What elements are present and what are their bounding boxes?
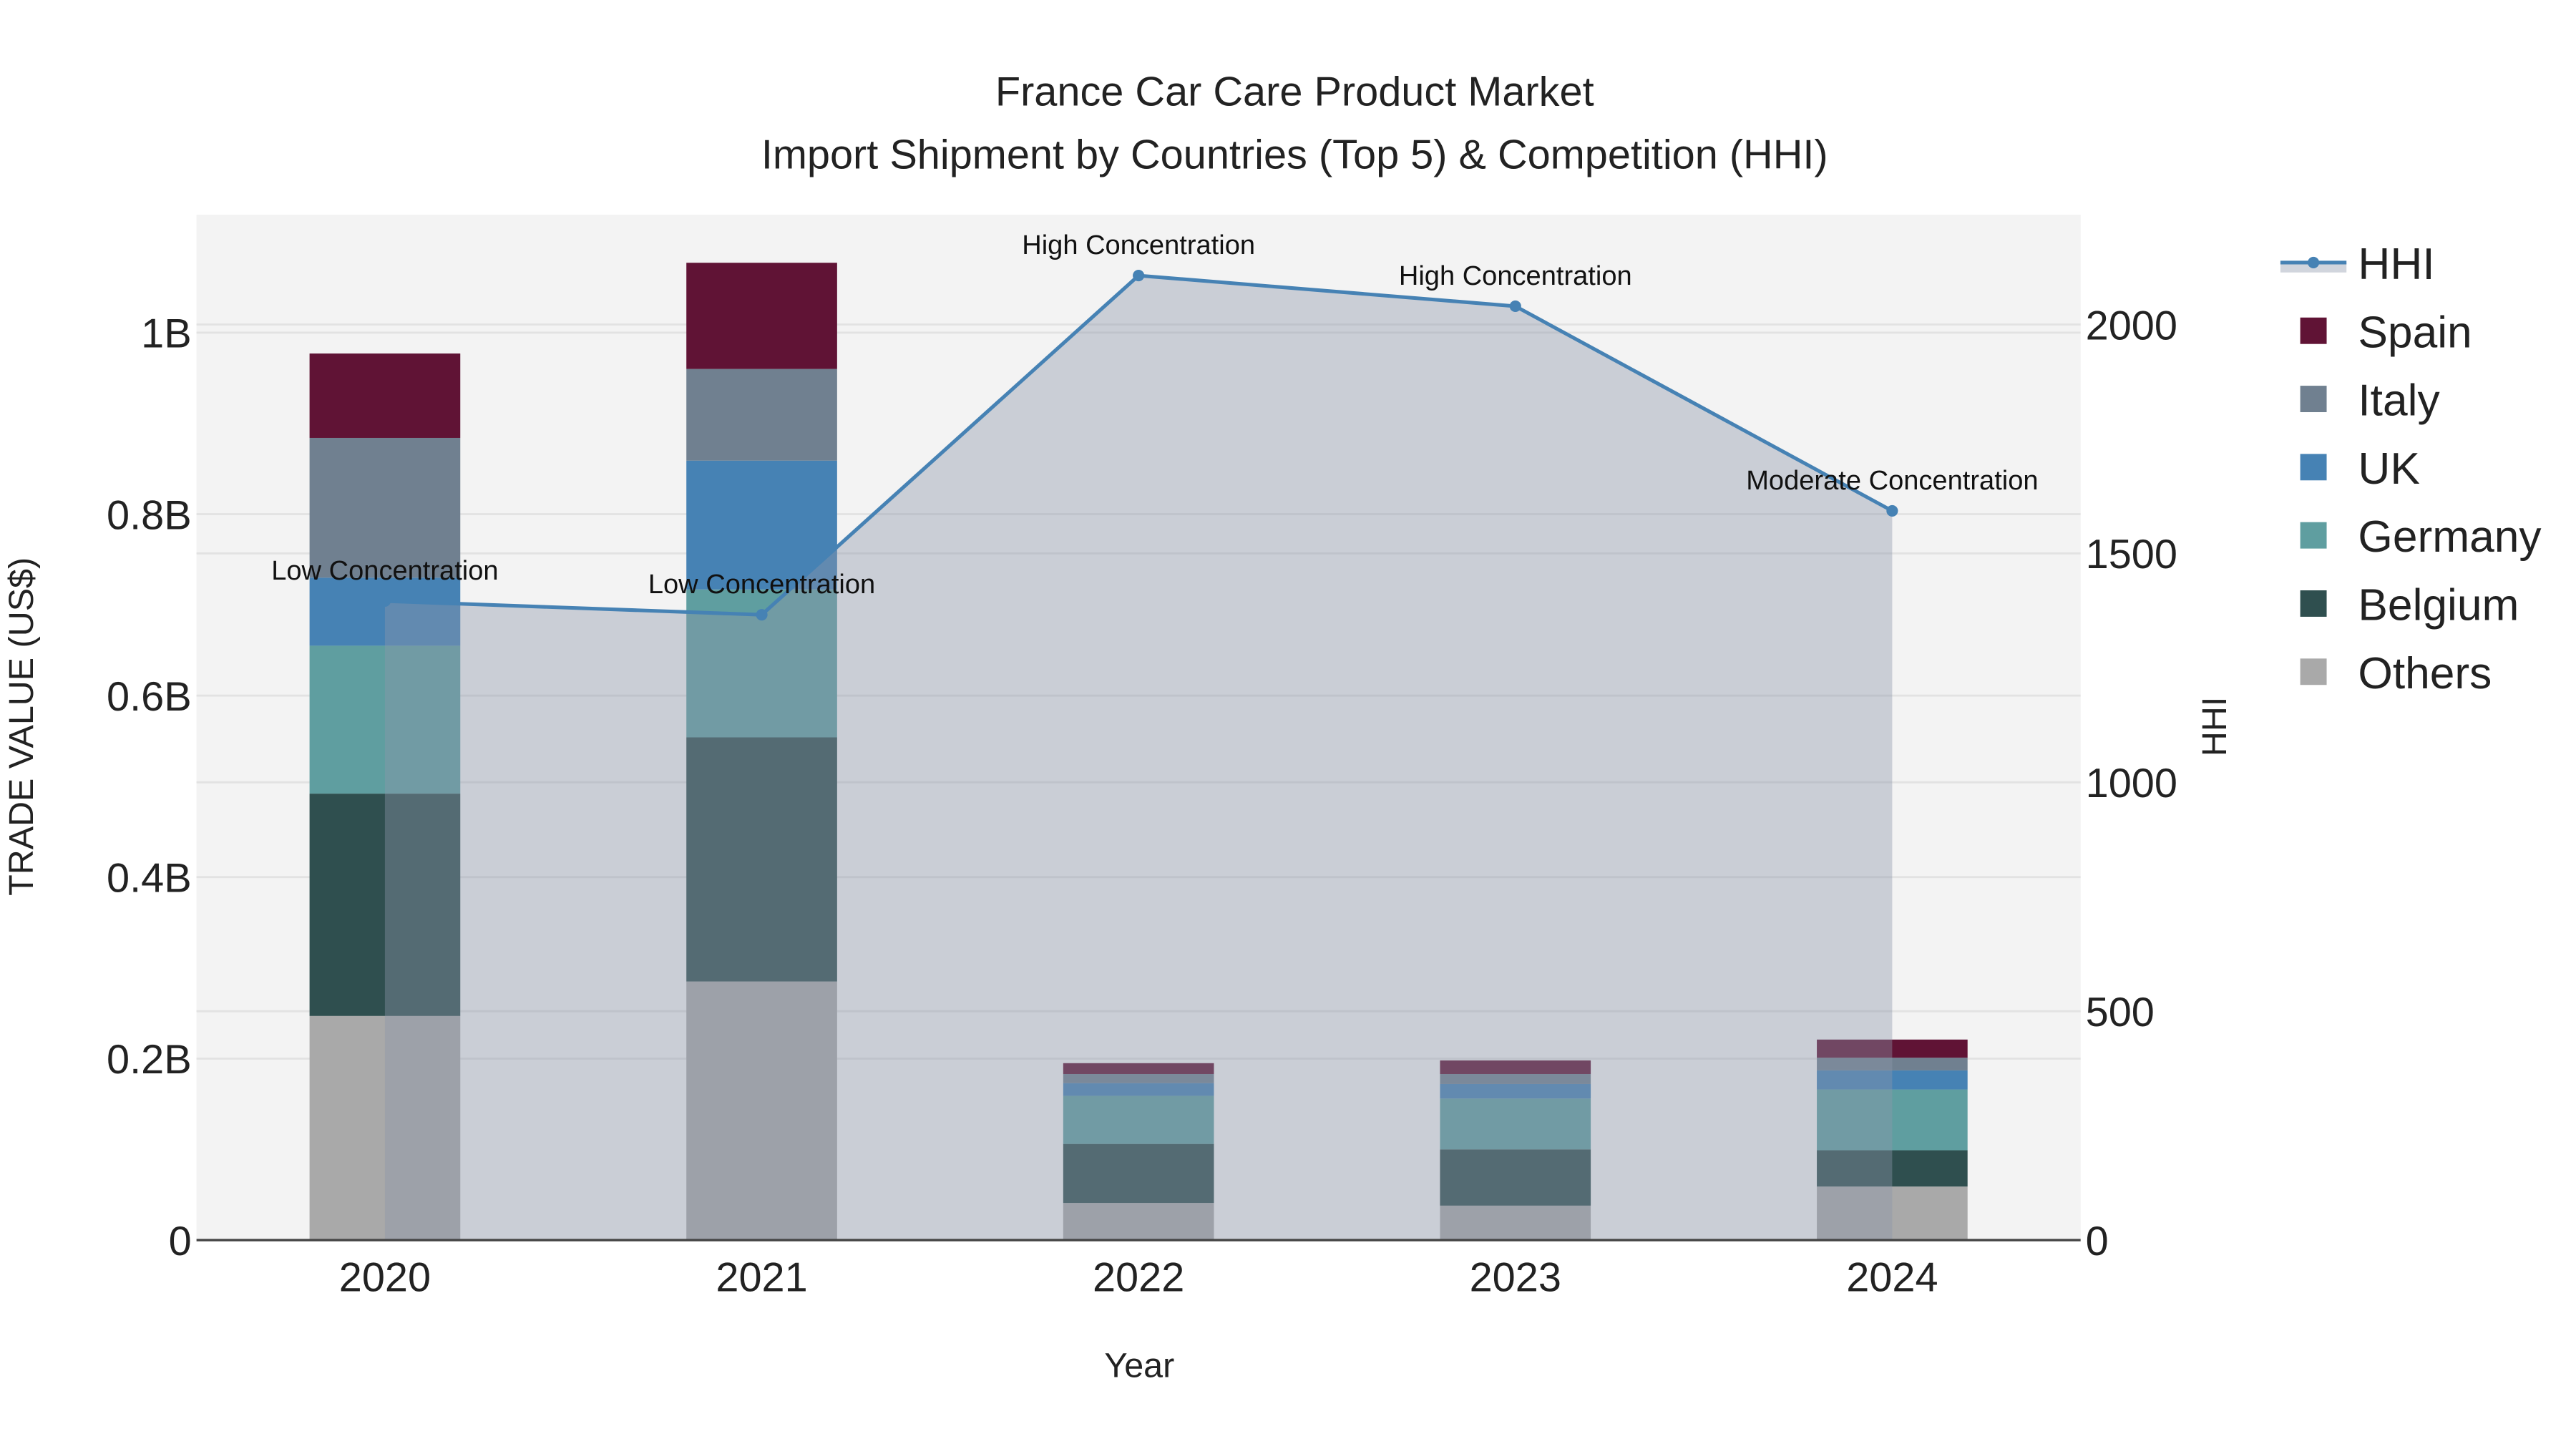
x-tick-label: 2022: [1093, 1255, 1184, 1301]
hhi-point: [756, 609, 768, 621]
legend-swatch: [2300, 317, 2327, 344]
y-tick-label: 0.6B: [107, 674, 192, 720]
hhi-annotation: Low Concentration: [271, 556, 498, 586]
legend-swatch-marker: [2308, 256, 2320, 268]
y-tick-label: 0.8B: [107, 492, 192, 538]
hhi-point: [379, 595, 391, 608]
legend-swatch: [2300, 590, 2327, 617]
legend-swatch: [2300, 658, 2327, 686]
hhi-annotation: High Concentration: [1399, 261, 1632, 291]
legend-label: Italy: [2358, 376, 2440, 426]
x-tick-label: 2023: [1470, 1255, 1561, 1301]
y2-tick-label: 2000: [2086, 303, 2177, 348]
legend-label: Spain: [2358, 308, 2472, 357]
hhi-annotation: High Concentration: [1022, 230, 1255, 260]
hhi-point: [1509, 300, 1521, 313]
hhi-point: [1133, 270, 1145, 282]
legend-label: Germany: [2358, 512, 2542, 562]
legend-label: UK: [2358, 444, 2420, 494]
legend-label: Belgium: [2358, 581, 2519, 630]
bar-spain-2021: [686, 263, 837, 369]
chart-subtitle: Import Shipment by Countries (Top 5) & C…: [761, 132, 1828, 177]
y2-tick-label: 500: [2086, 990, 2155, 1035]
chart-title: France Car Care Product Market: [995, 69, 1594, 115]
bar-italy-2021: [686, 369, 837, 461]
hhi-annotation: Moderate Concentration: [1746, 466, 2038, 496]
y-tick-label: 0: [169, 1219, 192, 1264]
x-tick-label: 2020: [339, 1255, 431, 1301]
x-tick-label: 2021: [716, 1255, 807, 1301]
hhi-point: [1886, 504, 1898, 517]
x-tick-label: 2024: [1846, 1255, 1938, 1301]
y-tick-label: 0.2B: [107, 1037, 192, 1083]
y2-tick-label: 0: [2086, 1219, 2109, 1264]
y2-axis-label: HHI: [2195, 697, 2234, 756]
chart: France Car Care Product Market Import Sh…: [0, 0, 2576, 1449]
hhi-annotation: Low Concentration: [648, 570, 875, 600]
y-axis-label: TRADE VALUE (US$): [2, 557, 41, 896]
y-tick-label: 1B: [141, 311, 192, 357]
x-axis-label: Year: [1104, 1347, 1174, 1385]
bar-spain-2020: [309, 353, 461, 438]
y2-tick-label: 1500: [2086, 532, 2177, 577]
y2-tick-label: 1000: [2086, 761, 2177, 806]
legend-swatch: [2300, 386, 2327, 412]
legend-label: Others: [2358, 649, 2492, 698]
legend-swatch: [2300, 454, 2327, 481]
legend-swatch: [2300, 522, 2327, 549]
y-tick-label: 0.4B: [107, 856, 192, 902]
legend-label: HHI: [2358, 240, 2434, 289]
